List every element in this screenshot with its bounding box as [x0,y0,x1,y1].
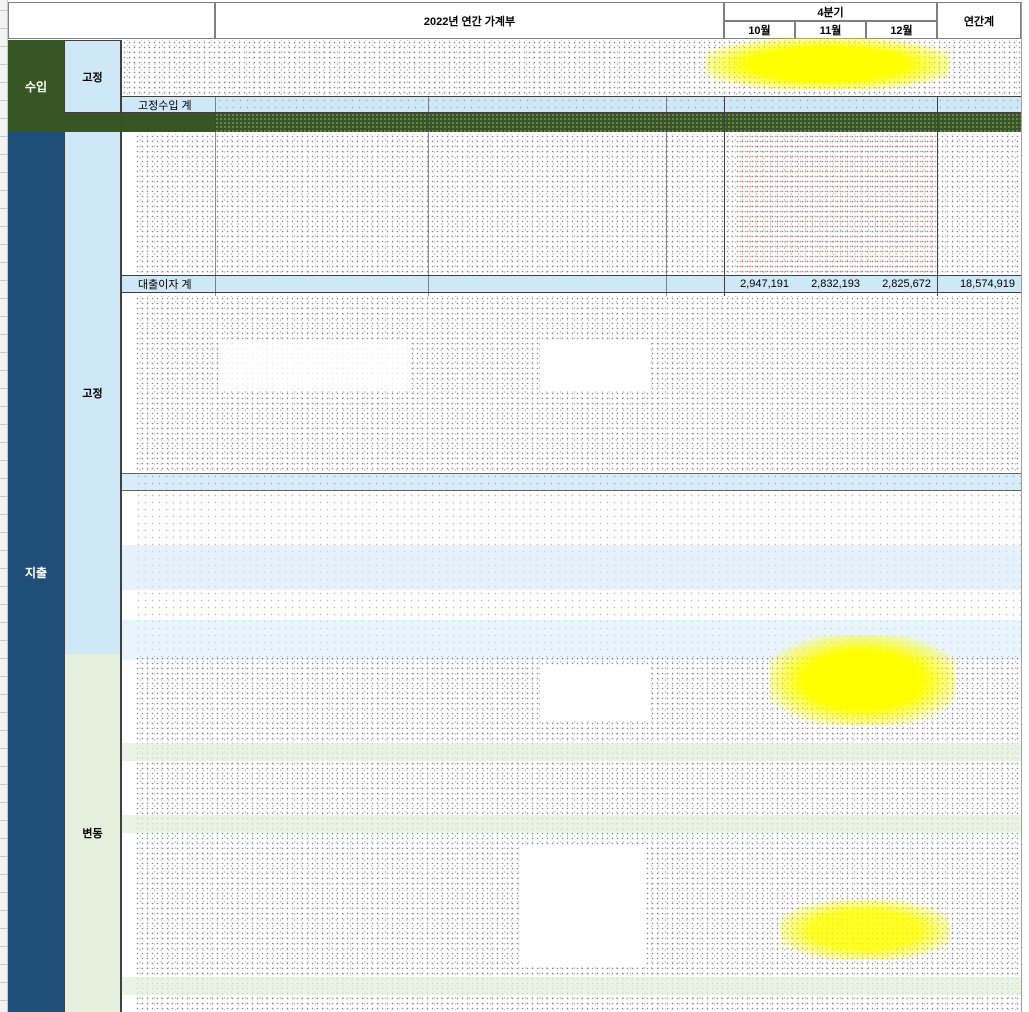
month-header-dec: 12월 [866,21,937,39]
loan-interest-nov: 2,832,193 [811,278,860,290]
gutter-gridline [0,748,8,749]
gutter-gridline [0,658,8,659]
gutter-gridline [0,64,8,65]
gutter-gridline [0,694,8,695]
gutter-gridline [0,46,8,47]
quarter-header: 4분기 [724,2,937,21]
gutter-gridline [0,892,8,893]
col-line-e [724,96,725,296]
gutter-gridline [0,946,8,947]
gutter-gridline [0,424,8,425]
sheet-title: 2022년 연간 가계부 [215,2,724,39]
fixed-expense-blank-b [220,340,410,390]
loan-interest-annual: 18,574,919 [959,278,1015,290]
gutter-gridline [0,388,8,389]
gutter-gridline [0,442,8,443]
variable-band-3 [121,977,1021,995]
income-fixed-subcategory: 고정 [64,40,121,113]
gutter-gridline [0,226,8,227]
loan-interest-oct: 2,947,191 [740,278,789,290]
gutter-gridline [0,604,8,605]
gutter-gridline [0,730,8,731]
col-line-b [215,96,216,296]
variable-highlight-1 [770,635,955,725]
gutter-gridline [0,172,8,173]
gutter-gridline [0,316,8,317]
gutter-gridline [0,190,8,191]
month-header-nov: 11월 [795,21,866,39]
gutter-gridline [0,784,8,785]
gutter-gridline [0,676,8,677]
col-line-a [121,40,122,1012]
gutter-gridline [0,910,8,911]
gutter-gridline [0,460,8,461]
gutter-gridline [0,964,8,965]
gutter-gridline [0,100,8,101]
gutter-gridline [0,262,8,263]
col-line-f [937,96,938,296]
gutter-gridline [0,820,8,821]
gutter-gridline [0,406,8,407]
fixed-expense-subtotal-values [135,473,1021,491]
gutter-gridline [0,208,8,209]
variable-highlight-2 [780,900,950,960]
income-highlight [705,38,950,90]
fixed-income-total-label: 고정수입 계 [138,99,192,112]
gutter-gridline [0,82,8,83]
gutter-gridline [0,514,8,515]
col-line-right [1021,2,1022,1012]
gutter-gridline [0,28,8,29]
gutter-gridline [0,334,8,335]
gutter-gridline [0,1000,8,1001]
loan-interest-monthly-values [738,134,936,274]
gutter-gridline [0,874,8,875]
gutter-gridline [0,712,8,713]
expense-category-cell: 지출 [8,132,64,1012]
col-line-c [428,96,429,296]
expense-variable-subcategory: 변동 [64,654,121,1012]
gutter-gridline [0,10,8,11]
gutter-gridline [0,118,8,119]
gutter-gridline [0,982,8,983]
gutter-gridline [0,370,8,371]
expense-fixed-subcategory: 고정 [64,132,121,654]
gutter-gridline [0,622,8,623]
income-fixed-lower [64,113,121,132]
loan-interest-total-label: 대출이자 계 [138,279,192,291]
gutter-gridline [0,280,8,281]
variable-band-1 [121,743,1021,761]
gutter-gridline [0,244,8,245]
gutter-gridline [0,640,8,641]
gutter-gridline [0,154,8,155]
col-line-d [666,96,667,296]
gutter-gridline [0,802,8,803]
loan-interest-dec: 2,825,672 [882,278,931,290]
gutter-gridline [0,532,8,533]
variable-blank-a [540,665,650,720]
gutter-gridline [0,856,8,857]
gutter-gridline [0,838,8,839]
gutter-gridline [0,568,8,569]
gutter-gridline [0,478,8,479]
gutter-gridline [0,550,8,551]
row-gutter [0,0,8,1012]
month-header-oct: 10월 [724,21,795,39]
annual-total-header: 연간계 [937,2,1021,39]
fixed-expense-blank-a [540,340,650,390]
fixed-income-total-values [216,97,1021,112]
variable-band-2 [121,815,1021,833]
gutter-gridline [0,586,8,587]
gutter-gridline [0,766,8,767]
gutter-gridline [0,136,8,137]
gutter-gridline [0,928,8,929]
gutter-gridline [0,298,8,299]
income-category-cell: 수입 [8,40,64,132]
variable-blank-b [520,845,645,965]
income-total-bar-texture [215,113,1021,132]
gutter-gridline [0,352,8,353]
gutter-gridline [0,496,8,497]
middle-band-1 [121,545,1021,590]
header-blank-cell [8,2,215,39]
